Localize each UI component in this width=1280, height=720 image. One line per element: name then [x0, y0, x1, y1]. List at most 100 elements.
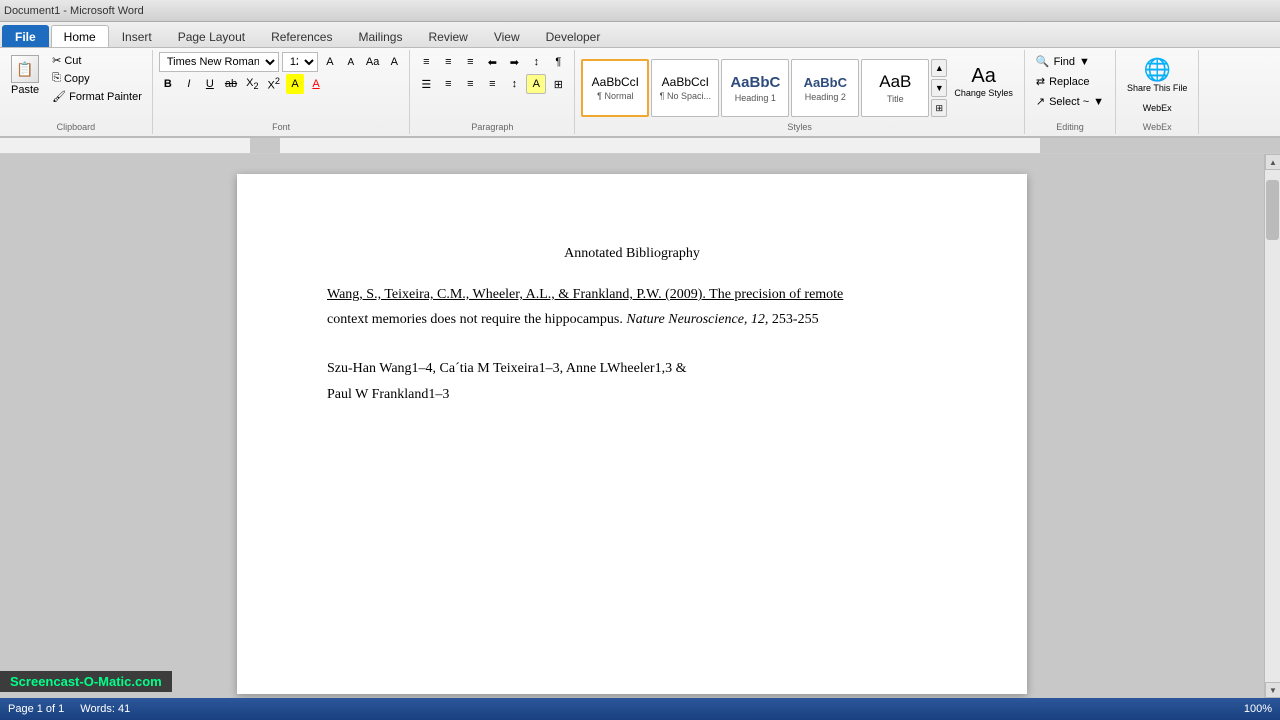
scroll-track[interactable] [1265, 170, 1280, 682]
tab-home[interactable]: Home [51, 25, 109, 47]
tab-pagelayout[interactable]: Page Layout [165, 25, 258, 47]
bold-button[interactable]: B [159, 74, 177, 94]
style-normal-label: ¶ Normal [597, 91, 633, 101]
format-painter-button[interactable]: 🖌 Format Painter [48, 88, 146, 105]
style-heading1-label: Heading 1 [735, 93, 776, 103]
style-heading1[interactable]: AaBbC Heading 1 [721, 59, 789, 117]
tab-file[interactable]: File [2, 25, 49, 47]
replace-label: Replace [1049, 76, 1089, 88]
tab-developer[interactable]: Developer [533, 25, 614, 47]
citation-1-underlined: Wang, S., Teixeira, C.M., Wheeler, A.L.,… [327, 287, 843, 302]
tab-view[interactable]: View [481, 25, 533, 47]
citation-1-italic: Nature Neuroscience, 12, [626, 312, 768, 327]
decrease-indent-button[interactable]: ⬅ [482, 52, 502, 72]
shrink-font-button[interactable]: A [342, 52, 360, 72]
text-effects-button[interactable]: A [385, 52, 403, 72]
zoom-level: 100% [1244, 703, 1272, 715]
share-label: Share This File [1127, 83, 1187, 93]
document-area: Annotated Bibliography Wang, S., Teixeir… [0, 154, 1280, 698]
share-icon: 🌐 [1127, 57, 1187, 83]
select-label: Select ~ [1049, 96, 1089, 108]
paste-button[interactable]: 📋 Paste [6, 52, 44, 105]
increase-indent-button[interactable]: ➡ [504, 52, 524, 72]
scroll-down-arrow[interactable]: ▼ [1265, 682, 1280, 698]
para-row-1: ≡ ≡ ≡ ⬅ ➡ ↕ ¶ [416, 52, 568, 72]
line-spacing-button[interactable]: ↕ [504, 74, 524, 94]
find-button[interactable]: 🔍 Find ▼ [1031, 52, 1095, 71]
authors-line2: Paul W Frankland1–3 [327, 387, 449, 402]
align-left-button[interactable]: ☰ [416, 74, 436, 94]
scroll-up-arrow[interactable]: ▲ [1265, 154, 1280, 170]
align-center-button[interactable]: ≡ [438, 74, 458, 94]
font-name-select[interactable]: Times New Roman [159, 52, 279, 72]
subscript-button[interactable]: X2 [243, 74, 261, 94]
change-styles-button[interactable]: Aa Change Styles [949, 52, 1018, 110]
replace-button[interactable]: ⇄ Replace [1031, 72, 1095, 91]
tab-references[interactable]: References [258, 25, 345, 47]
style-heading2[interactable]: AaBbC Heading 2 [791, 59, 859, 117]
vertical-scrollbar[interactable]: ▲ ▼ [1264, 154, 1280, 698]
superscript-button[interactable]: X2 [265, 74, 283, 94]
ruler-content [250, 138, 1280, 153]
style-heading1-text: AaBbC [730, 74, 780, 91]
styles-scroll-down[interactable]: ▼ [931, 79, 947, 97]
font-size-select[interactable]: 12 [282, 52, 318, 72]
para-row-2: ☰ ≡ ≡ ≡ ↕ A ⊞ [416, 74, 568, 94]
editing-label: Editing [1056, 122, 1084, 132]
grow-font-button[interactable]: A [321, 52, 339, 72]
cut-button[interactable]: ✂ Cut [48, 52, 146, 69]
ribbon: 📋 Paste ✂ Cut ⎘ Copy 🖌 Format Painter [0, 48, 1280, 138]
style-heading2-text: AaBbC [804, 75, 847, 90]
styles-scroll-up[interactable]: ▲ [931, 59, 947, 77]
document-scroll[interactable]: Annotated Bibliography Wang, S., Teixeir… [0, 154, 1264, 698]
font-color-button[interactable]: A [307, 74, 325, 94]
copy-icon: ⎘ [52, 72, 61, 85]
share-button[interactable]: 🌐 Share This File [1122, 52, 1192, 98]
sort-button[interactable]: ↕ [526, 52, 546, 72]
scroll-thumb[interactable] [1266, 180, 1279, 240]
styles-group: AaBbCcI ¶ Normal AaBbCcI ¶ No Spaci... A… [575, 50, 1025, 134]
style-title-label: Title [887, 94, 904, 104]
clipboard-small-buttons: ✂ Cut ⎘ Copy 🖌 Format Painter [48, 52, 146, 105]
change-styles-icon: Aa [971, 65, 995, 88]
shading-button[interactable]: A [526, 74, 546, 94]
align-right-button[interactable]: ≡ [460, 74, 480, 94]
find-dropdown: ▼ [1079, 56, 1090, 68]
multilevel-button[interactable]: ≡ [460, 52, 480, 72]
webex-button[interactable]: WebEx [1138, 100, 1177, 116]
paste-label: Paste [11, 84, 39, 96]
font-group: Times New Roman 12 A A Aa A B I U ab X2 … [153, 50, 410, 134]
underline-button[interactable]: U [201, 74, 219, 94]
italic-button[interactable]: I [180, 74, 198, 94]
title-bar: Document1 - Microsoft Word [0, 0, 1280, 22]
borders-button[interactable]: ⊞ [548, 74, 568, 94]
style-heading2-label: Heading 2 [805, 92, 846, 102]
show-marks-button[interactable]: ¶ [548, 52, 568, 72]
justify-button[interactable]: ≡ [482, 74, 502, 94]
style-nospacing[interactable]: AaBbCcI ¶ No Spaci... [651, 59, 719, 117]
find-icon: 🔍 [1036, 55, 1050, 68]
numbering-button[interactable]: ≡ [438, 52, 458, 72]
select-dropdown: ▼ [1093, 96, 1104, 108]
styles-scroll: ▲ ▼ ⊞ [931, 59, 947, 117]
tab-insert[interactable]: Insert [109, 25, 165, 47]
paragraph-label: Paragraph [471, 122, 513, 132]
watermark: Screencast-O-Matic.com [0, 671, 172, 692]
highlight-button[interactable]: A [286, 74, 304, 94]
style-normal[interactable]: AaBbCcI ¶ Normal [581, 59, 649, 117]
tab-mailings[interactable]: Mailings [345, 25, 415, 47]
tab-review[interactable]: Review [415, 25, 480, 47]
clear-format-button[interactable]: Aa [363, 52, 382, 72]
select-button[interactable]: ↗ Select ~ ▼ [1031, 92, 1109, 111]
bullets-button[interactable]: ≡ [416, 52, 436, 72]
styles-expand[interactable]: ⊞ [931, 99, 947, 117]
select-icon: ↗ [1036, 95, 1045, 108]
font-row-1: Times New Roman 12 A A Aa A [159, 52, 403, 72]
style-title[interactable]: AaB Title [861, 59, 929, 117]
copy-button[interactable]: ⎘ Copy [48, 70, 146, 87]
strikethrough-button[interactable]: ab [222, 74, 240, 94]
replace-icon: ⇄ [1036, 75, 1045, 88]
citation-1-line2: context memories does not require the hi… [327, 312, 626, 327]
status-bar: Page 1 of 1 Words: 41 100% [0, 698, 1280, 720]
authors-line1: Szu-Han Wang1–4, Ca´tia M Teixeira1–3, A… [327, 361, 686, 376]
